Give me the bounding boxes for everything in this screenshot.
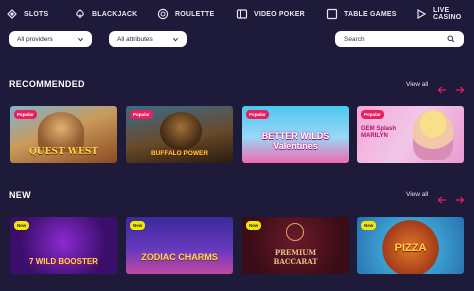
game-tile-zodiac-charms[interactable]: New ZODIAC CHARMS <box>126 217 233 274</box>
search-placeholder: Search <box>344 35 365 43</box>
nav-item-blackjack[interactable]: BLACKJACK <box>74 7 137 21</box>
nav-item-live-casino[interactable]: LIVE CASINO <box>415 7 474 21</box>
game-title: ZODIAC CHARMS <box>141 251 218 262</box>
new-badge: New <box>14 221 30 230</box>
game-tile-quest-west[interactable]: Popular QUEST WEST <box>10 106 117 163</box>
cards-icon <box>74 8 86 20</box>
video-poker-icon <box>236 8 248 20</box>
search-input[interactable]: Search <box>335 31 464 47</box>
category-nav: SLOTS BLACKJACK ROULETTE VIDEO POKER TAB… <box>0 0 474 28</box>
game-title: BETTER WILDS Valentines <box>261 131 330 151</box>
nav-item-video-poker[interactable]: VIDEO POKER <box>236 7 305 21</box>
game-title: 7 WILD BOOSTER <box>29 257 98 266</box>
view-all-new-link[interactable]: View all <box>406 191 428 198</box>
table-games-icon <box>326 8 338 20</box>
section-title-new: NEW <box>9 190 31 200</box>
game-title: QUEST WEST <box>28 147 99 157</box>
game-tile-buffalo-power[interactable]: Popular BUFFALO POWER <box>126 106 233 163</box>
game-tile-premium-baccarat[interactable]: New PREMIUM BACCARAT <box>242 217 349 274</box>
game-tile-better-wilds[interactable]: Popular BETTER WILDS Valentines <box>242 106 349 163</box>
game-tile-wild-booster[interactable]: New 7 WILD BOOSTER <box>10 217 117 274</box>
new-badge: New <box>130 221 146 230</box>
popular-badge: Popular <box>130 110 153 119</box>
section-title-recommended: RECOMMENDED <box>9 79 85 89</box>
chevron-down-icon <box>172 37 179 41</box>
attributes-label: All attributes <box>117 35 153 43</box>
prev-arrow-icon[interactable] <box>437 81 447 94</box>
game-art <box>413 110 453 160</box>
slot-machine-icon <box>6 8 18 20</box>
view-all-recommended-link[interactable]: View all <box>406 81 428 88</box>
new-badge: New <box>246 221 262 230</box>
nav-label: VIDEO POKER <box>254 10 305 18</box>
game-tile-pizza[interactable]: New PIZZA <box>357 217 464 274</box>
providers-dropdown[interactable]: All providers <box>9 31 92 47</box>
game-tile-gem-splash[interactable]: Popular GEM Splash MARILYN <box>357 106 464 163</box>
nav-label: TABLE GAMES <box>344 10 397 18</box>
game-title: PREMIUM BACCARAT <box>273 248 318 266</box>
prev-arrow-icon[interactable] <box>437 191 447 204</box>
attributes-dropdown[interactable]: All attributes <box>109 31 187 47</box>
nav-label: LIVE CASINO <box>433 7 462 21</box>
nav-label: BLACKJACK <box>92 10 138 18</box>
nav-item-slots[interactable]: SLOTS <box>6 7 48 21</box>
search-icon <box>447 35 455 43</box>
popular-badge: Popular <box>361 110 384 119</box>
nav-label: ROULETTE <box>175 10 215 18</box>
nav-item-table-games[interactable]: TABLE GAMES <box>326 7 397 21</box>
chevron-down-icon <box>77 37 84 41</box>
live-casino-icon <box>415 8 427 20</box>
nav-item-roulette[interactable]: ROULETTE <box>157 7 214 21</box>
game-art <box>160 112 202 150</box>
popular-badge: Popular <box>246 110 269 119</box>
game-title: PIZZA <box>394 242 427 254</box>
next-arrow-icon[interactable] <box>455 191 465 204</box>
providers-label: All providers <box>17 35 53 43</box>
game-art <box>38 112 84 152</box>
new-badge: New <box>361 221 377 230</box>
nav-label: SLOTS <box>24 10 49 18</box>
game-title: BUFFALO POWER <box>150 150 209 157</box>
baccarat-emblem-icon <box>286 223 304 241</box>
next-arrow-icon[interactable] <box>455 81 465 94</box>
roulette-icon <box>157 8 169 20</box>
popular-badge: Popular <box>14 110 37 119</box>
game-title: GEM Splash MARILYN <box>361 126 397 140</box>
